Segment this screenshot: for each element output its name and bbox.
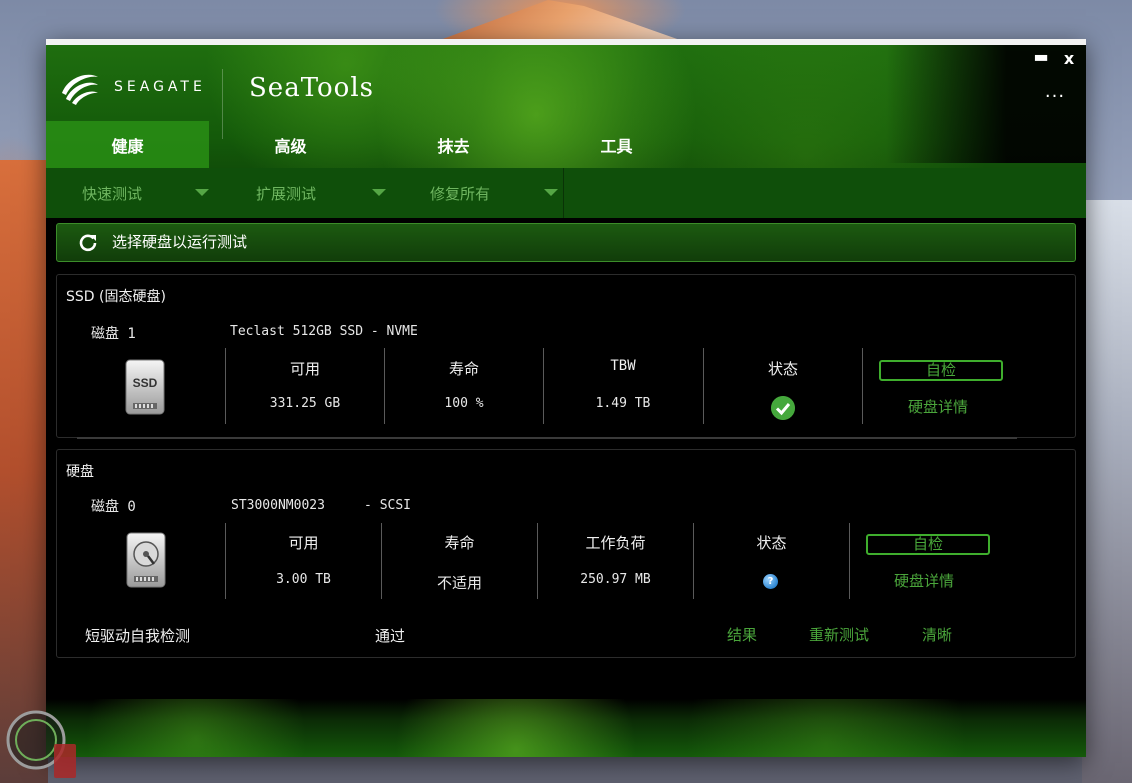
disk-model: ST3000NM0023 - SCSI bbox=[231, 498, 412, 513]
seagate-logo: SEAGATE bbox=[58, 67, 206, 107]
ssd-icon-text: SSD bbox=[133, 376, 158, 390]
tab-health[interactable]: 健康 bbox=[46, 121, 209, 168]
fix-all-menu[interactable]: 修复所有 bbox=[430, 168, 490, 218]
short-dst-test-name: 短驱动自我检测 bbox=[85, 627, 191, 645]
life-value: 100 % bbox=[444, 396, 484, 411]
wallpaper-peak bbox=[440, 0, 680, 40]
life-header: 寿命 bbox=[448, 360, 479, 378]
check-ok-icon bbox=[771, 396, 795, 420]
workload-header: 工作负荷 bbox=[585, 534, 646, 552]
select-drive-bar[interactable]: 选择硬盘以运行测试 bbox=[56, 223, 1076, 262]
tab-erase[interactable]: 抹去 bbox=[372, 121, 535, 168]
refresh-icon[interactable] bbox=[77, 232, 99, 254]
column-divider bbox=[849, 523, 850, 599]
quick-test-menu[interactable]: 快速测试 bbox=[82, 168, 142, 218]
wallpaper-right bbox=[1082, 200, 1132, 783]
seagate-wave-icon bbox=[62, 74, 98, 105]
app-header: SEAGATE SeaTools ▬ x ... 健康 高级 抹去 工具 快速测… bbox=[46, 45, 1086, 218]
disk-number: 磁盘 0 bbox=[91, 499, 136, 515]
close-button[interactable]: x bbox=[1061, 49, 1077, 68]
tbw-value: 1.49 TB bbox=[595, 396, 651, 411]
more-options-button[interactable]: ... bbox=[1042, 81, 1068, 102]
disk-model: Teclast 512GB SSD - NVME bbox=[230, 324, 418, 339]
test-subnav: 快速测试 扩展测试 修复所有 bbox=[46, 168, 1086, 218]
hdd-section: 硬盘 磁盘 0 ST3000NM0023 - SCSI 可用 3.00 TB 寿… bbox=[56, 449, 1076, 658]
available-value: 3.00 TB bbox=[276, 572, 331, 587]
life-column: 寿命 100 % bbox=[385, 358, 543, 411]
scroll-separator bbox=[77, 437, 1017, 439]
workload-value: 250.97 MB bbox=[580, 572, 651, 587]
tbw-column: TBW 1.49 TB bbox=[544, 358, 702, 411]
self-test-button[interactable]: 自检 bbox=[879, 360, 1003, 381]
available-header: 可用 bbox=[288, 534, 319, 552]
ssd-drive-icon[interactable]: SSD bbox=[125, 359, 165, 415]
available-column: 可用 331.25 GB bbox=[226, 358, 384, 411]
drive-details-link[interactable]: 硬盘详情 bbox=[908, 396, 968, 417]
seal-watermark-icon bbox=[6, 710, 76, 778]
clear-link[interactable]: 清晰 bbox=[922, 624, 952, 645]
tab-tools[interactable]: 工具 bbox=[535, 121, 698, 168]
status-column: 状态 bbox=[704, 358, 862, 379]
disk-number: 磁盘 1 bbox=[91, 326, 136, 342]
brand-name: SEAGATE bbox=[114, 79, 206, 95]
question-icon[interactable]: ? bbox=[763, 574, 778, 589]
column-divider bbox=[862, 348, 863, 424]
main-tabs: 健康 高级 抹去 工具 bbox=[46, 121, 698, 168]
life-column: 寿命 不适用 bbox=[382, 532, 537, 592]
minimize-button[interactable]: ▬ bbox=[1033, 49, 1049, 67]
subnav-divider bbox=[563, 168, 564, 218]
self-test-button[interactable]: 自检 bbox=[866, 534, 990, 555]
results-link[interactable]: 结果 bbox=[727, 624, 757, 645]
decorative-footer bbox=[46, 699, 1086, 757]
retest-link[interactable]: 重新测试 bbox=[809, 624, 869, 645]
status-header: 状态 bbox=[756, 534, 787, 552]
life-value: 不适用 bbox=[436, 574, 482, 592]
hdd-drive-icon[interactable] bbox=[126, 532, 166, 588]
workload-column: 工作负荷 250.97 MB bbox=[538, 532, 693, 587]
chevron-down-icon[interactable] bbox=[195, 189, 209, 196]
tbw-header: TBW bbox=[610, 358, 636, 374]
status-column: 状态 bbox=[694, 532, 849, 553]
status-header: 状态 bbox=[767, 360, 798, 378]
ssd-section: SSD (固态硬盘) 磁盘 1 Teclast 512GB SSD - NVME… bbox=[56, 274, 1076, 439]
chevron-down-icon[interactable] bbox=[544, 189, 558, 196]
wallpaper-left bbox=[0, 160, 48, 783]
app-title: SeaTools bbox=[249, 73, 374, 103]
available-header: 可用 bbox=[289, 360, 320, 378]
extended-test-menu[interactable]: 扩展测试 bbox=[256, 168, 316, 218]
chevron-down-icon[interactable] bbox=[372, 189, 386, 196]
hdd-section-title: 硬盘 bbox=[66, 464, 94, 480]
available-value: 331.25 GB bbox=[269, 396, 341, 411]
drive-details-link[interactable]: 硬盘详情 bbox=[894, 570, 954, 591]
available-column: 可用 3.00 TB bbox=[226, 532, 381, 587]
test-result-status: 通过 bbox=[375, 627, 406, 645]
ssd-section-title: SSD (固态硬盘) bbox=[66, 289, 166, 305]
select-drive-label: 选择硬盘以运行测试 bbox=[112, 233, 248, 251]
seatools-window: SEAGATE SeaTools ▬ x ... 健康 高级 抹去 工具 快速测… bbox=[46, 39, 1086, 757]
life-header: 寿命 bbox=[444, 534, 475, 552]
tab-advanced[interactable]: 高级 bbox=[209, 121, 372, 168]
